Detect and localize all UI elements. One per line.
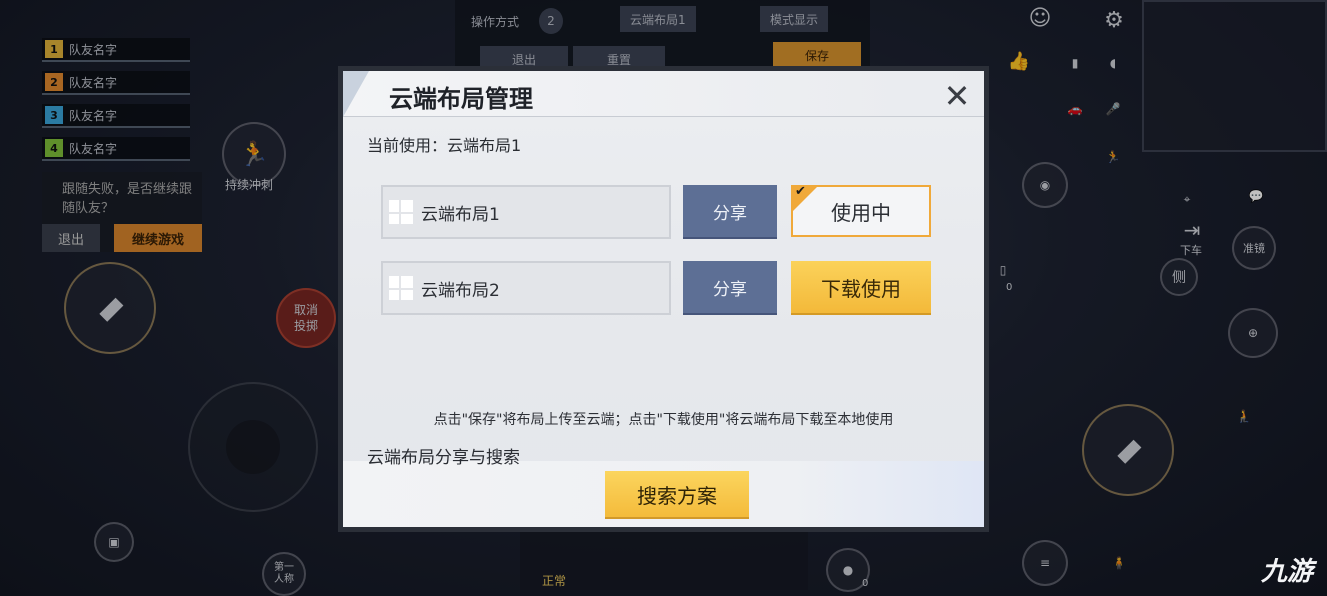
layout-name: 云端布局1 xyxy=(421,204,500,225)
header-accent xyxy=(343,71,369,117)
current-layout-text: 当前使用：云端布局1 xyxy=(367,136,522,155)
layout-name-field[interactable]: 云端布局1 xyxy=(381,185,671,239)
dialog-body: 云端布局管理 ✕ 当前使用：云端布局1 云端布局1 分享 ✔ 使用中 云端布局2 xyxy=(343,71,984,527)
dialog-header: 云端布局管理 ✕ xyxy=(343,71,984,117)
share-search-section-title: 云端布局分享与搜索 xyxy=(367,448,520,468)
layout-name-field[interactable]: 云端布局2 xyxy=(381,261,671,315)
close-button[interactable]: ✕ xyxy=(940,77,974,115)
search-plan-button[interactable]: 搜索方案 xyxy=(605,471,749,517)
share-button[interactable]: 分享 xyxy=(683,185,777,237)
layout-name: 云端布局2 xyxy=(421,280,500,301)
cloud-layout-dialog: 云端布局管理 ✕ 当前使用：云端布局1 云端布局1 分享 ✔ 使用中 云端布局2 xyxy=(338,66,989,532)
share-button[interactable]: 分享 xyxy=(683,261,777,313)
watermark-text: 九游 xyxy=(1260,557,1313,587)
layout-row: 云端布局2 分享 下载使用 xyxy=(381,261,941,315)
layout-grid-icon xyxy=(389,200,413,224)
status-label: 使用中 xyxy=(831,200,891,225)
download-use-button[interactable]: 下载使用 xyxy=(791,261,931,313)
dialog-title: 云端布局管理 xyxy=(389,85,533,113)
site-watermark-logo: 九游 xyxy=(1261,551,1313,588)
layout-row: 云端布局1 分享 ✔ 使用中 xyxy=(381,184,941,239)
in-use-button[interactable]: ✔ 使用中 xyxy=(791,184,931,237)
status-label: 下载使用 xyxy=(821,276,901,301)
layout-grid-icon xyxy=(389,276,413,300)
hint-text: 点击"保存"将布局上传至云端；点击"下载使用"将云端布局下载至本地使用 xyxy=(433,412,894,428)
checkmark-icon: ✔ xyxy=(795,184,806,199)
close-icon: ✕ xyxy=(943,77,971,115)
